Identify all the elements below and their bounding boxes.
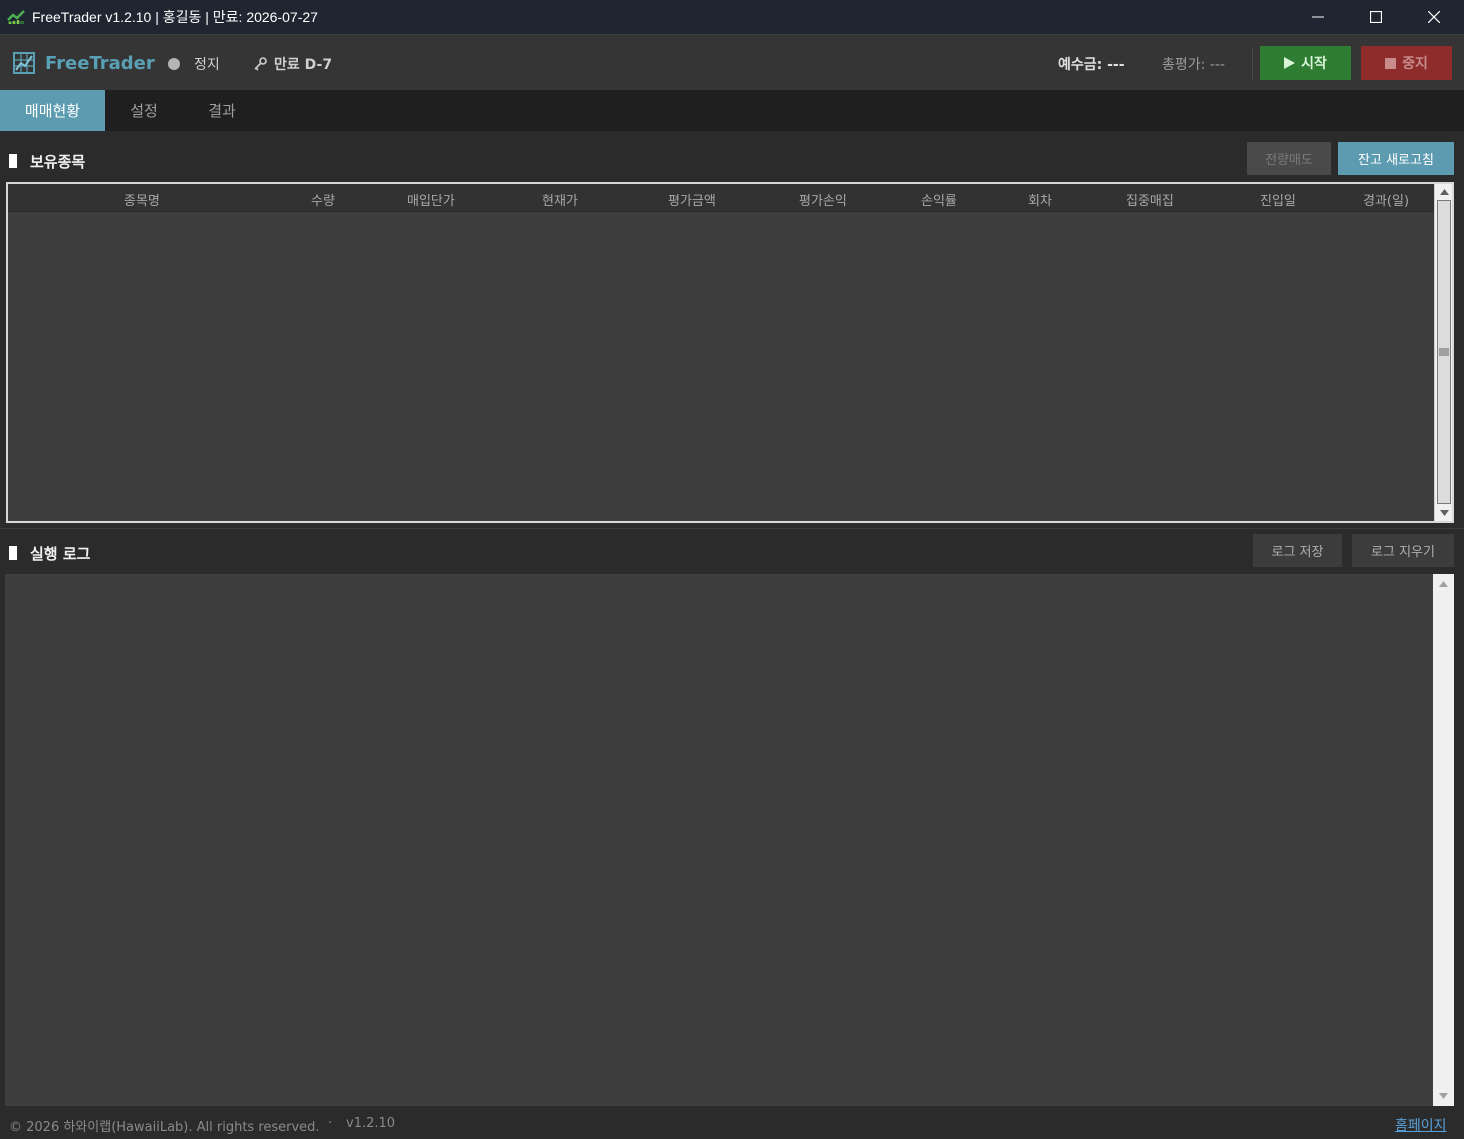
window-titlebar: FreeTrader v1.2.10 | 홍길동 | 만료: 2026-07-2…: [0, 0, 1464, 34]
table-header: 종목명 수량 매입단가 현재가 평가금액 평가손익 손익률 회차 집중매집 진입…: [8, 184, 1436, 212]
version-text: v1.2.10: [346, 1116, 396, 1131]
scroll-thumb[interactable]: [1437, 200, 1451, 504]
log-title: 실행 로그: [30, 545, 91, 563]
run-status-label: 정지: [194, 57, 220, 73]
column-header-return-rate[interactable]: 손익률: [921, 190, 957, 209]
holdings-table: 종목명 수량 매입단가 현재가 평가금액 평가손익 손익률 회차 집중매집 진입…: [6, 182, 1454, 523]
table-body: [8, 213, 1436, 521]
stop-icon: [1385, 57, 1397, 69]
homepage-link[interactable]: 홈페이지: [1395, 1115, 1447, 1135]
scroll-down-arrow[interactable]: [1435, 505, 1453, 521]
tab-trading-status[interactable]: 매매현황: [0, 90, 105, 131]
scroll-up-arrow[interactable]: [1435, 184, 1453, 200]
grip-icon: [1439, 348, 1449, 356]
maximize-icon: [1370, 11, 1382, 23]
chevron-up-icon: [1439, 581, 1448, 587]
start-button[interactable]: 시작: [1260, 46, 1351, 80]
minimize-icon: [1312, 16, 1324, 18]
total-valuation: 총평가: ---: [1162, 57, 1225, 73]
holdings-scrollbar[interactable]: [1434, 184, 1452, 521]
log-scroll-down-arrow[interactable]: [1433, 1086, 1454, 1106]
close-button[interactable]: [1405, 0, 1463, 34]
save-log-button[interactable]: 로그 저장: [1253, 534, 1342, 567]
column-header-eval-amount[interactable]: 평가금액: [668, 190, 716, 209]
holdings-title: 보유종목: [30, 153, 86, 171]
deposit-amount: 예수금: ---: [1058, 57, 1125, 73]
main-toolbar: FreeTrader 정지 만료 D-7 예수금: --- 총평가: --- 시…: [0, 34, 1464, 90]
minimize-button[interactable]: [1289, 0, 1347, 34]
license-label: 만료 D-7: [274, 57, 333, 73]
column-header-name[interactable]: 종목명: [124, 190, 160, 209]
key-icon: [254, 57, 267, 71]
toolbar-divider: [1252, 47, 1253, 79]
run-status: 정지: [168, 54, 220, 74]
brand-name: FreeTrader: [45, 52, 155, 74]
log-scroll-up-arrow[interactable]: [1433, 574, 1454, 594]
column-header-round[interactable]: 회차: [1028, 190, 1052, 209]
brand: FreeTrader: [12, 51, 155, 75]
play-icon: [1284, 57, 1296, 69]
app-chart-icon: [7, 10, 25, 24]
log-scrollbar[interactable]: [1433, 574, 1454, 1106]
column-header-current-price[interactable]: 현재가: [542, 190, 578, 209]
brand-chart-icon: [13, 52, 35, 74]
clear-log-button[interactable]: 로그 지우기: [1352, 534, 1454, 567]
column-header-quantity[interactable]: 수량: [311, 190, 335, 209]
stop-button-label: 중지: [1402, 55, 1428, 71]
section-marker: [9, 546, 17, 560]
status-dot-icon: [168, 58, 180, 70]
column-header-eval-pnl[interactable]: 평가손익: [799, 190, 847, 209]
sell-all-button[interactable]: 전량매도: [1247, 142, 1331, 175]
tab-settings[interactable]: 설정: [105, 90, 183, 131]
footer: © 2026 하와이랩(HawaiiLab). All rights reser…: [0, 1110, 1464, 1139]
column-header-elapsed-days[interactable]: 경과(일): [1363, 190, 1409, 209]
log-output[interactable]: [5, 574, 1454, 1106]
copyright-text: © 2026 하와이랩(HawaiiLab). All rights reser…: [9, 1120, 320, 1135]
tab-results[interactable]: 결과: [183, 90, 261, 131]
refresh-balance-button[interactable]: 잔고 새로고침: [1338, 142, 1454, 175]
chevron-up-icon: [1439, 189, 1449, 195]
start-button-label: 시작: [1301, 55, 1327, 71]
section-marker: [9, 154, 17, 168]
chevron-down-icon: [1439, 1093, 1448, 1099]
column-header-entry-date[interactable]: 진입일: [1260, 190, 1296, 209]
close-icon: [1428, 11, 1440, 23]
column-header-accumulation[interactable]: 집중매집: [1126, 190, 1174, 209]
column-header-avg-price[interactable]: 매입단가: [407, 190, 455, 209]
chevron-down-icon: [1439, 510, 1449, 516]
stop-button[interactable]: 중지: [1361, 46, 1452, 80]
maximize-button[interactable]: [1347, 0, 1405, 34]
window-title: FreeTrader v1.2.10 | 홍길동 | 만료: 2026-07-2…: [32, 9, 318, 25]
license-status: 만료 D-7: [252, 54, 332, 74]
log-header: 실행 로그 로그 저장 로그 지우기: [0, 529, 1464, 573]
footer-separator: ·: [328, 1116, 333, 1131]
holdings-header: 보유종목 전량매도 잔고 새로고침: [0, 137, 1464, 181]
main-tabs: 매매현황 설정 결과: [0, 90, 1464, 131]
